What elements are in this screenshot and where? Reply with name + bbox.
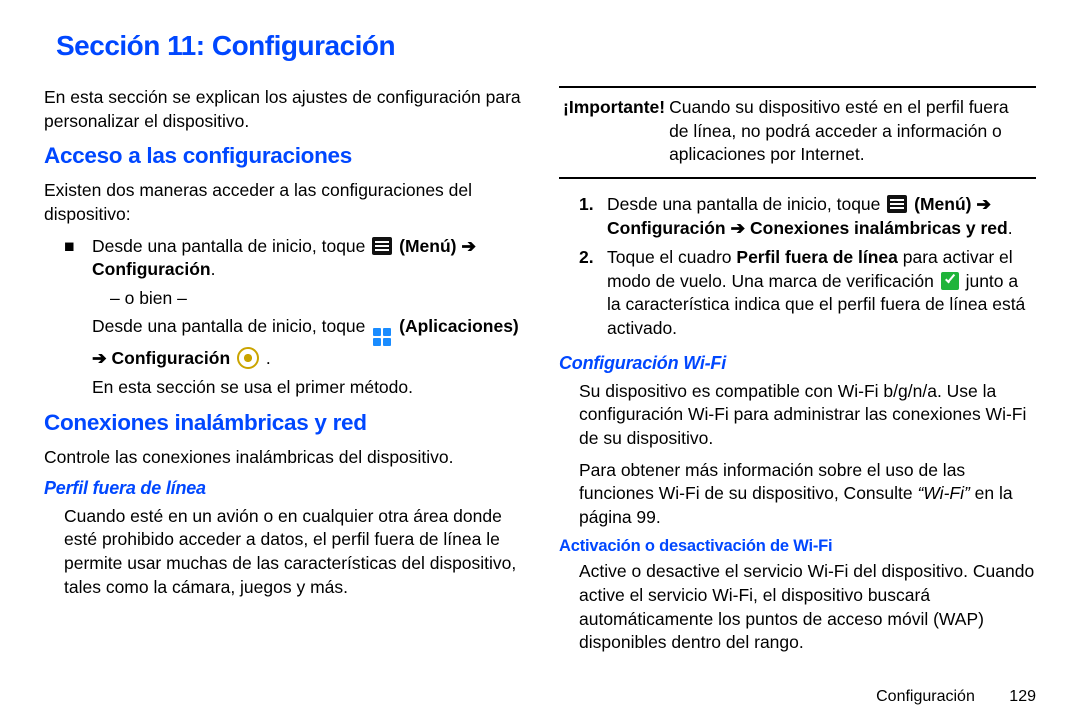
arrow-icon: ➔ bbox=[976, 194, 991, 214]
period: . bbox=[266, 348, 271, 368]
config-label: Configuración bbox=[92, 259, 211, 279]
step-2: 2. Toque el cuadro Perfil fuera de línea… bbox=[579, 246, 1036, 341]
offline-body: Cuando esté en un avión o en cualquier o… bbox=[64, 505, 521, 600]
method-note: En esta sección se usa el primer método. bbox=[92, 376, 521, 400]
page-footer: Configuración 129 bbox=[876, 688, 1036, 706]
left-column: En esta sección se explican los ajustes … bbox=[44, 86, 521, 663]
text: Desde una pantalla de inicio, toque bbox=[607, 194, 885, 214]
bullet-body: Desde una pantalla de inicio, toque (Apl… bbox=[92, 315, 521, 371]
step-body: Toque el cuadro Perfil fuera de línea pa… bbox=[607, 246, 1036, 341]
right-column: ¡Importante! Cuando su dispositivo esté … bbox=[559, 86, 1036, 663]
bullet-body: Desde una pantalla de inicio, toque (Men… bbox=[92, 235, 521, 282]
checkmark-icon bbox=[941, 272, 959, 290]
bullet-item-1b: Desde una pantalla de inicio, toque (Apl… bbox=[92, 315, 521, 371]
step-number: 2. bbox=[579, 246, 607, 341]
wifi-p1: Su dispositivo es compatible con Wi-Fi b… bbox=[579, 380, 1036, 451]
footer-label: Configuración bbox=[876, 688, 975, 705]
text: Para obtener más información sobre el us… bbox=[579, 460, 965, 504]
step-1: 1. Desde una pantalla de inicio, toque (… bbox=[579, 193, 1036, 240]
access-intro: Existen dos maneras acceder a las config… bbox=[44, 179, 521, 226]
heading-wifi: Configuración Wi-Fi bbox=[559, 353, 1036, 374]
bullet-marker: ■ bbox=[64, 235, 92, 282]
footer-page-number: 129 bbox=[1009, 688, 1036, 705]
bullet-item-1: ■ Desde una pantalla de inicio, toque (M… bbox=[64, 235, 521, 282]
apps-label: (Aplicaciones) bbox=[399, 316, 519, 336]
important-label: ¡Importante! bbox=[563, 96, 665, 167]
nav-path: Configuración ➔ Conexiones inalámbricas … bbox=[607, 218, 1008, 238]
arrow-icon: ➔ bbox=[461, 236, 476, 256]
step-body: Desde una pantalla de inicio, toque (Men… bbox=[607, 193, 1036, 240]
offline-bold: Perfil fuera de línea bbox=[736, 247, 897, 267]
heading-wireless: Conexiones inalámbricas y red bbox=[44, 410, 521, 436]
heading-access: Acceso a las configuraciones bbox=[44, 143, 521, 169]
columns: En esta sección se explican los ajustes … bbox=[44, 86, 1036, 663]
menu-label: (Menú) bbox=[914, 194, 976, 214]
heading-wifi-toggle: Activación o desactivación de Wi-Fi bbox=[559, 537, 1036, 556]
wifi-p2: Para obtener más información sobre el us… bbox=[579, 459, 1036, 530]
important-body: Cuando su dispositivo esté en el perfil … bbox=[669, 96, 1032, 167]
gear-icon bbox=[237, 347, 259, 369]
period: . bbox=[211, 259, 216, 279]
or-divider: – o bien – bbox=[110, 288, 521, 309]
important-note: ¡Importante! Cuando su dispositivo esté … bbox=[559, 86, 1036, 179]
wifi-toggle-body: Active o desactive el servicio Wi-Fi del… bbox=[579, 560, 1036, 655]
menu-icon bbox=[372, 237, 392, 255]
wifi-reference-link[interactable]: “Wi-Fi” bbox=[917, 483, 969, 503]
intro-text: En esta sección se explican los ajustes … bbox=[44, 86, 521, 133]
text: Desde una pantalla de inicio, toque bbox=[92, 236, 370, 256]
section-title: Sección 11: Configuración bbox=[56, 30, 1036, 62]
wireless-intro: Controle las conexiones inalámbricas del… bbox=[44, 446, 521, 470]
text: Desde una pantalla de inicio, toque bbox=[92, 316, 370, 336]
text: Toque el cuadro bbox=[607, 247, 736, 267]
step-number: 1. bbox=[579, 193, 607, 240]
path-config: ➔ Configuración bbox=[92, 348, 235, 368]
menu-label: (Menú) bbox=[399, 236, 461, 256]
heading-offline: Perfil fuera de línea bbox=[44, 478, 521, 499]
apps-icon bbox=[372, 327, 392, 347]
period: . bbox=[1008, 218, 1013, 238]
menu-icon bbox=[887, 195, 907, 213]
